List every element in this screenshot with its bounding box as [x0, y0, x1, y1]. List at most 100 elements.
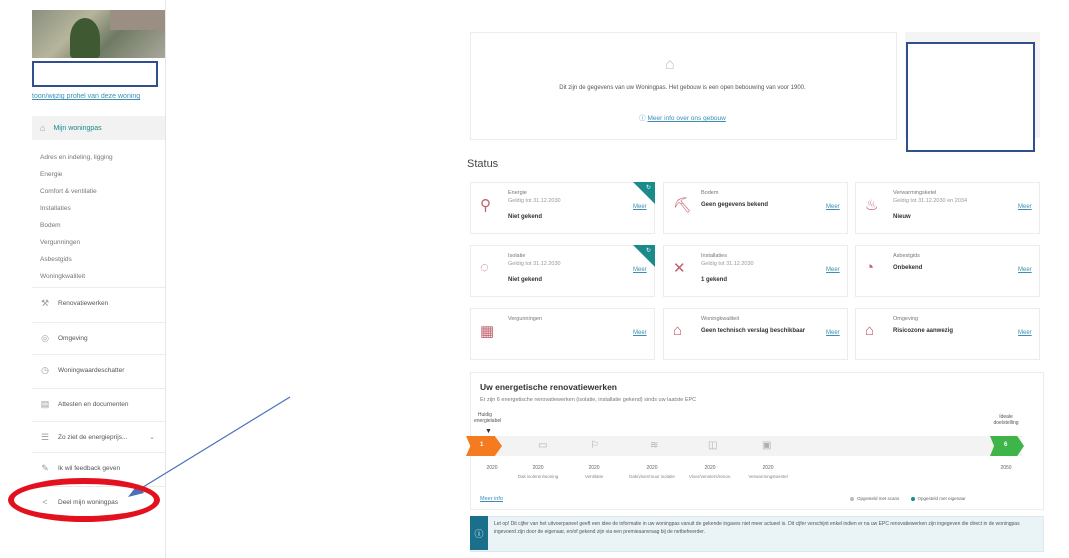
legend-dot-green [910, 496, 915, 501]
subnav-item[interactable]: Installaties [40, 205, 71, 212]
status-card-subtitle: Geldig tot 31.12.2030 en 2034 [893, 198, 968, 204]
sidebar-item-label: Renovatiewerken [58, 299, 109, 307]
step-label: Vloer/vensters/renov. [688, 474, 732, 479]
subnav-item[interactable]: Woningkwaliteit [40, 273, 85, 280]
step-label: Ventilatie [584, 474, 604, 479]
notice-text: Let op! Dit cijfer van het uitvoerpaneel… [494, 521, 1020, 535]
start-step [466, 436, 502, 456]
status-card-title: Woningkwaliteit [701, 316, 740, 322]
step-icon: ≋ [650, 440, 659, 451]
sidebar-item-label: Woningwaardeschatter [58, 366, 125, 374]
asbestos-icon: ◔ [865, 259, 875, 276]
energy-icon: ⚲ [480, 197, 491, 214]
subnav-item[interactable]: Comfort & ventilatie [40, 188, 97, 195]
status-card-link[interactable]: Meer [826, 204, 840, 210]
meer-info-link[interactable]: Meer info [480, 496, 503, 502]
subnav-item[interactable]: Asbestgids [40, 256, 72, 263]
end-step-num: 6 [1004, 442, 1008, 448]
heating-icon: ♨ [865, 197, 879, 214]
status-card-corner-badge [633, 182, 655, 204]
marker-arrow-icon: ▼ [485, 428, 492, 435]
chevron-down-icon: ⌄ [149, 434, 155, 441]
sidebar-item-label: Mijn woningpas [53, 124, 102, 132]
subnav-item[interactable]: Vergunningen [40, 239, 80, 246]
sidebar-item-renovatiewerken[interactable]: ⚒ Renovatiewerken [32, 287, 165, 318]
status-card-link[interactable]: Meer [826, 267, 840, 273]
status-card-value: Risicozone aanwezig [893, 328, 954, 334]
legend-label: Opgesteld met scans [857, 496, 900, 501]
sidebar-item-attesten[interactable]: ▤ Attesten en documenten [32, 388, 165, 419]
banner-text: Dit zijn de gegevens van uw Woningpas. H… [559, 85, 806, 91]
status-card-title: Isolatie [508, 253, 526, 259]
status-card [855, 308, 1040, 360]
step-label: Dak isoleren/woning [517, 474, 559, 479]
status-card-link[interactable]: Meer [1018, 330, 1032, 336]
step-year: 2050 [1000, 465, 1012, 471]
subnav-item[interactable]: Bodem [40, 222, 61, 229]
document-icon: ▤ [40, 398, 50, 409]
status-card [470, 182, 655, 234]
status-card-value: 1 gekend [701, 277, 728, 283]
step-label: Dak/vloer/muur isolatie [629, 474, 675, 479]
status-card-title: Bodem [701, 190, 719, 196]
subnav-item[interactable]: Adres en indeling, ligging [40, 154, 113, 161]
step-year: 2020 [646, 465, 658, 471]
address-link[interactable]: toon/wijzig profiel van deze woning [32, 93, 160, 100]
legend-label: Opgesteld met eigenaar [917, 496, 966, 501]
step-icon: ⚐ [590, 440, 599, 451]
soil-icon: ⛏ [673, 197, 693, 214]
banner-link[interactable]: ⓘ Meer info over ons gebouw [470, 112, 895, 122]
status-card [855, 245, 1040, 297]
redacted-name-box [32, 61, 158, 87]
panel-description: Er zijn 6 energetische renovatiewerken (… [480, 397, 697, 403]
status-card [470, 245, 655, 297]
comment-icon: ✎ [41, 462, 49, 473]
status-card [663, 308, 848, 360]
step-year: 2020 [762, 465, 774, 471]
info-icon: ⓘ [470, 516, 488, 550]
status-card-value: Onbekend [893, 265, 923, 271]
status-card-title: Verwarmingsketel [893, 190, 937, 196]
status-card-value: Niet gekend [508, 214, 543, 220]
start-step-num: 1 [480, 442, 484, 448]
status-card-link[interactable]: Meer [633, 267, 647, 273]
start-label: Huidig energielabel [474, 412, 502, 424]
tools-icon: ✕ [673, 260, 686, 277]
sidebar-item-woningwaardeschatter[interactable]: ◷ Woningwaardeschatter [32, 354, 165, 385]
status-card-link[interactable]: Meer [826, 330, 840, 336]
status-card [663, 245, 848, 297]
status-card-corner-badge [633, 245, 655, 267]
refresh-icon: ↻ [646, 185, 652, 191]
status-card-value: Geen technisch verslag beschikbaar [701, 328, 806, 334]
legend: Opgesteld met scans Opgesteld met eigena… [850, 496, 966, 501]
subnav-item[interactable]: Energie [40, 171, 62, 178]
refresh-icon: ↻ [646, 248, 652, 254]
status-card-subtitle: Geldig tot 31.12.2030 [508, 261, 561, 267]
status-title: Status [467, 158, 499, 170]
sidebar-item-energieprijs[interactable]: ☰ Zo ziet de energieprijs... ⌄ [32, 421, 165, 452]
house-outline-icon: ⌂ [665, 56, 675, 73]
status-card-title: Vergunningen [508, 316, 542, 322]
legend-dot-grey [850, 496, 854, 501]
step-label: Verwarmingstoestel [748, 474, 788, 479]
panel-title: Uw energetische renovatiewerken [480, 382, 618, 392]
step-year: 2020 [588, 465, 600, 471]
status-card [470, 308, 655, 360]
hammer-icon: ⚒ [40, 297, 50, 308]
status-card-link[interactable]: Meer [633, 204, 647, 210]
status-card-title: Omgeving [893, 316, 919, 322]
step-year: 2020 [532, 465, 544, 471]
sidebar-item-label: Zo ziet de energieprijs... [58, 433, 128, 441]
status-card-link[interactable]: Meer [1018, 204, 1032, 210]
status-card-value: Geen gegevens bekend [701, 202, 769, 208]
status-card-value: Niet gekend [508, 277, 543, 283]
permit-icon: ▦ [480, 323, 495, 340]
step-icon: ▣ [762, 440, 772, 451]
status-card-link[interactable]: Meer [1018, 267, 1032, 273]
status-card-subtitle: Geldig tot 31.12.2030 [701, 261, 754, 267]
step-icon: ◫ [708, 440, 718, 451]
chart-icon: ◷ [41, 364, 49, 375]
status-card-link[interactable]: Meer [633, 330, 647, 336]
sidebar-item-omgeving[interactable]: ◎ Omgeving [32, 322, 165, 353]
sidebar-item-mijn-woningpas[interactable]: ⌂ Mijn woningpas [32, 116, 165, 140]
